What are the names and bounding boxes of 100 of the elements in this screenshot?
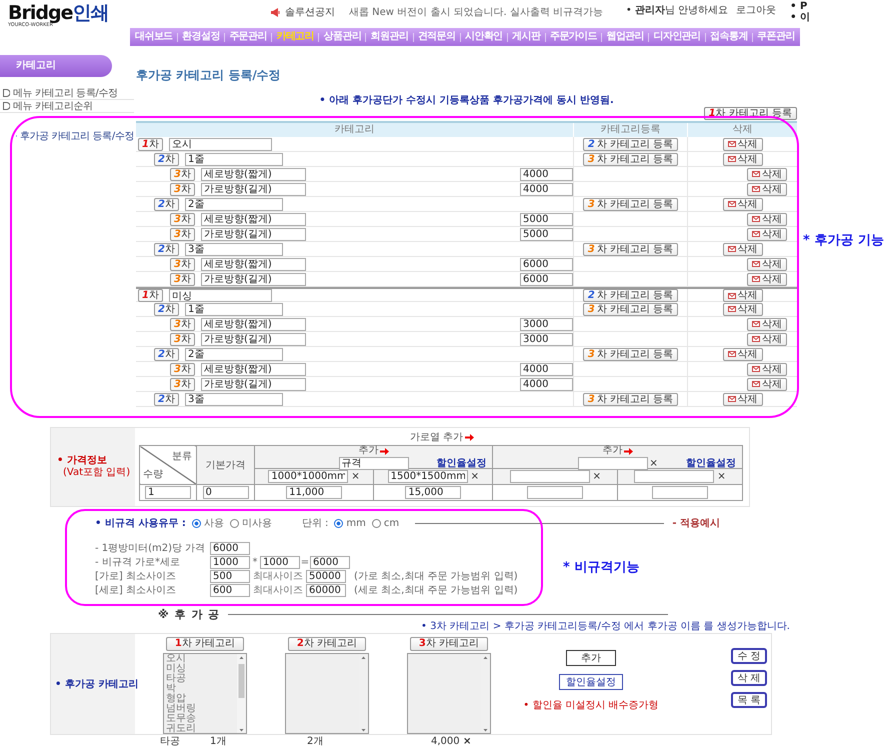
price-field[interactable]: 6000 bbox=[520, 272, 573, 286]
delete-button[interactable]: 삭제 bbox=[722, 152, 762, 166]
delete-button[interactable]: 삭제 bbox=[722, 289, 762, 302]
sidebar-item[interactable]: 메뉴 카테고리순위 bbox=[0, 100, 134, 113]
delete-button[interactable]: 삭제 bbox=[747, 168, 787, 180]
list-option[interactable]: 귀도리 bbox=[164, 724, 236, 733]
delete-button[interactable]: 삭제 bbox=[747, 258, 787, 270]
add-column-label[interactable]: 가로열 추가 bbox=[410, 430, 464, 444]
name-field[interactable]: 가로방향(길게) bbox=[200, 228, 306, 240]
name-field[interactable]: 세로방향(짧게) bbox=[200, 258, 306, 270]
input-field[interactable]: 50000 bbox=[306, 570, 346, 582]
delete-button[interactable]: 삭제 bbox=[722, 348, 762, 360]
remove-mark[interactable]: × bbox=[717, 471, 726, 482]
register-button[interactable]: 2차 카테고리 등록 bbox=[582, 138, 678, 150]
remove-mark[interactable]: × bbox=[592, 471, 602, 482]
remove-mark[interactable]: × bbox=[650, 458, 658, 468]
register-button[interactable]: 3차 카테고리 등록 bbox=[582, 198, 678, 210]
delete-button[interactable]: 삭제 bbox=[747, 212, 787, 226]
register-button[interactable]: 3차 카테고리 등록 bbox=[582, 152, 678, 166]
category-listbox[interactable] bbox=[407, 652, 491, 734]
input-field[interactable]: 6000 bbox=[210, 542, 250, 554]
list-option[interactable]: 도무송 bbox=[164, 714, 236, 724]
name-field[interactable]: 가로방향(길게) bbox=[200, 272, 306, 286]
group-name-field[interactable]: 규격 bbox=[338, 456, 409, 470]
name-field[interactable]: 2줄 bbox=[184, 348, 283, 360]
name-field[interactable]: 세로방향(짧게) bbox=[200, 318, 306, 330]
register-button[interactable]: 3차 카테고리 등록 bbox=[582, 392, 678, 406]
delete-button[interactable]: 삭제 bbox=[722, 302, 762, 316]
name-field[interactable]: 미싱 bbox=[168, 289, 272, 302]
price-field[interactable]: 5000 bbox=[520, 212, 573, 226]
delete-button[interactable]: 삭제 bbox=[747, 272, 787, 286]
delete-button[interactable]: 삭제 bbox=[747, 228, 787, 240]
discount-link[interactable]: 할인율설정 bbox=[686, 456, 742, 470]
category-header-button[interactable]: 2차 카테고리 bbox=[288, 637, 366, 651]
discount-link[interactable]: 할인율설정 bbox=[436, 456, 492, 470]
sidebar-item[interactable]: 메뉴 카테고리 등록/수정 bbox=[0, 87, 134, 100]
discount-button[interactable]: 할인율설정 bbox=[559, 674, 623, 690]
delete-button[interactable]: 삭제 bbox=[722, 198, 762, 210]
radio-button[interactable] bbox=[334, 518, 344, 528]
name-field[interactable]: 1줄 bbox=[184, 152, 283, 166]
category-listbox[interactable] bbox=[285, 652, 369, 734]
delete-button[interactable]: 삭제 bbox=[747, 332, 787, 346]
sidebar-item[interactable]: 후가공 카테고리 등록/수정 bbox=[0, 129, 134, 142]
input-field[interactable]: 1000 bbox=[260, 556, 300, 568]
name-field[interactable]: 1줄 bbox=[184, 302, 283, 316]
price-field[interactable] bbox=[652, 486, 708, 499]
action-button[interactable]: 삭 제 bbox=[731, 670, 767, 686]
header-link[interactable]: • P bbox=[790, 1, 810, 12]
delete-button[interactable]: 삭제 bbox=[747, 362, 787, 376]
price-field[interactable]: 11,000 bbox=[286, 486, 342, 499]
list-option[interactable]: 미싱 bbox=[164, 664, 236, 674]
logout-link[interactable]: 로그아웃 bbox=[736, 3, 776, 17]
list-option[interactable]: 형압 bbox=[164, 694, 236, 704]
radio-button[interactable] bbox=[192, 518, 201, 528]
price-field[interactable]: 4000 bbox=[520, 182, 573, 196]
price-field[interactable]: 4000 bbox=[520, 168, 573, 180]
name-field[interactable]: 세로방향(짧게) bbox=[200, 212, 306, 226]
size-field[interactable] bbox=[634, 470, 714, 483]
price-field[interactable]: 15,000 bbox=[405, 486, 462, 499]
input-field[interactable]: 500 bbox=[210, 570, 250, 582]
base-price-field[interactable]: 0 bbox=[202, 486, 248, 499]
remove-mark[interactable]: × bbox=[351, 471, 360, 482]
name-field[interactable]: 가로방향(길게) bbox=[200, 332, 306, 346]
register-button[interactable]: 3차 카테고리 등록 bbox=[582, 348, 678, 360]
input-field[interactable]: 1000 bbox=[210, 556, 250, 568]
action-button[interactable]: 수 정 bbox=[731, 648, 767, 664]
add-button[interactable]: 추가 bbox=[566, 650, 616, 666]
register-button[interactable]: 2차 카테고리 등록 bbox=[582, 289, 678, 302]
group-name-field[interactable] bbox=[578, 456, 648, 470]
add-label[interactable]: 추가 bbox=[358, 446, 379, 456]
add-label[interactable]: 추가 bbox=[602, 446, 623, 456]
radio-button[interactable] bbox=[230, 518, 239, 528]
radio-button[interactable] bbox=[372, 518, 381, 528]
name-field[interactable]: 세로방향(짧게) bbox=[200, 362, 306, 376]
category-header-button[interactable]: 1차 카테고리 bbox=[166, 637, 244, 651]
name-field[interactable]: 3줄 bbox=[184, 392, 283, 406]
list-option[interactable]: 넘버링 bbox=[164, 704, 236, 714]
remove-mark[interactable]: × bbox=[470, 471, 480, 482]
name-field[interactable]: 2줄 bbox=[184, 198, 283, 210]
size-field[interactable] bbox=[510, 470, 590, 483]
name-field[interactable]: 가로방향(길게) bbox=[200, 378, 306, 390]
delete-button[interactable]: 삭제 bbox=[747, 182, 787, 196]
delete-button[interactable]: 삭제 bbox=[722, 242, 762, 256]
register-button[interactable]: 3차 카테고리 등록 bbox=[582, 302, 678, 316]
delete-button[interactable]: 삭제 bbox=[722, 392, 762, 406]
input-field[interactable]: 600 bbox=[210, 584, 250, 596]
name-field[interactable]: 가로방향(길게) bbox=[200, 182, 306, 196]
category-header-button[interactable]: 3차 카테고리 bbox=[410, 637, 488, 651]
delete-button[interactable]: 삭제 bbox=[722, 138, 762, 150]
price-field[interactable]: 5000 bbox=[520, 228, 573, 240]
price-field[interactable]: 3000 bbox=[520, 318, 573, 330]
input-field[interactable]: 6000 bbox=[310, 556, 350, 568]
register-button[interactable]: 3차 카테고리 등록 bbox=[582, 242, 678, 256]
name-field[interactable]: 세로방향(짧게) bbox=[200, 168, 306, 180]
delete-button[interactable]: 삭제 bbox=[747, 318, 787, 330]
price-field[interactable]: 3000 bbox=[520, 332, 573, 346]
delete-button[interactable]: 삭제 bbox=[747, 378, 787, 390]
name-field[interactable]: 3줄 bbox=[184, 242, 283, 256]
logo[interactable]: Bridge인쇄 bbox=[8, 4, 130, 22]
price-field[interactable] bbox=[527, 486, 584, 499]
